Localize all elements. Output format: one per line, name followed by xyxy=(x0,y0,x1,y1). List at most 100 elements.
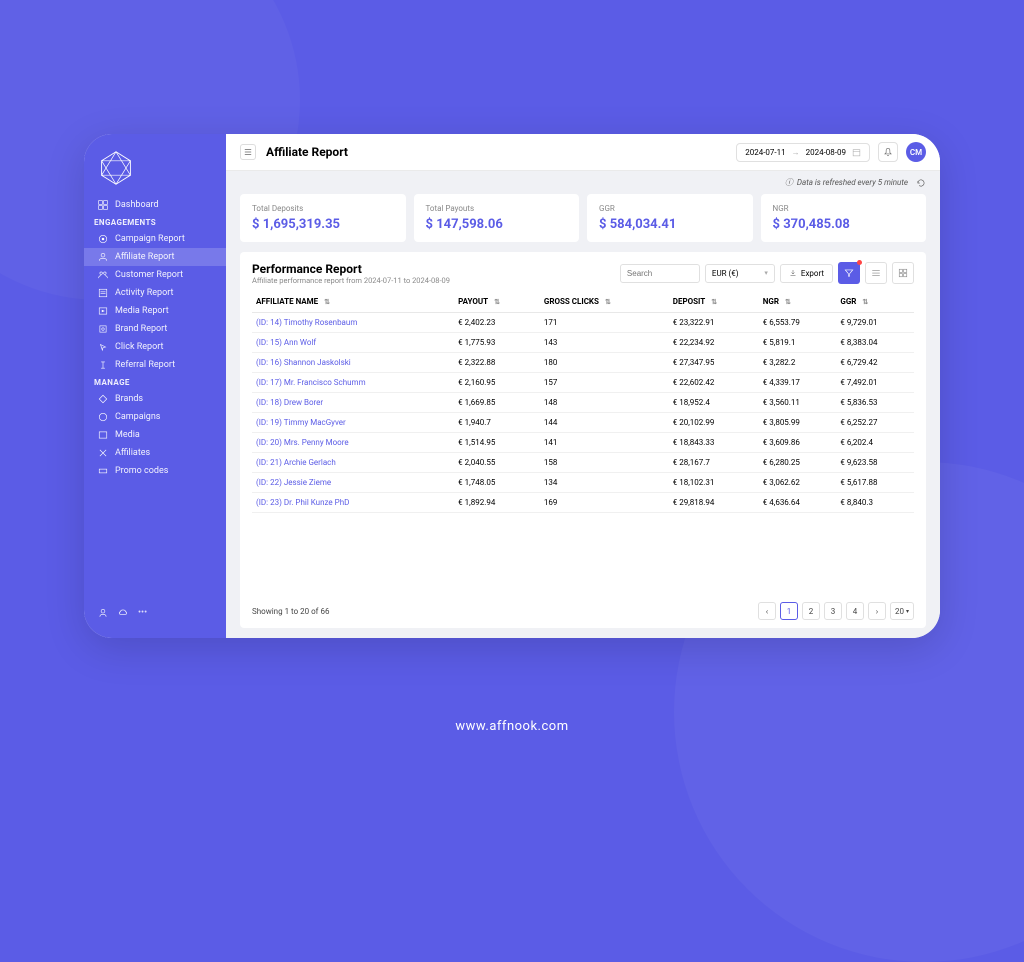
sidebar-item-referral-report[interactable]: Referral Report xyxy=(84,356,226,374)
cell-name: (ID: 17) Mr. Francisco Schumm xyxy=(252,373,454,393)
info-icon: ⓘ xyxy=(785,177,793,188)
report-title: Performance Report xyxy=(252,262,450,276)
cell-name: (ID: 21) Archie Gerlach xyxy=(252,453,454,473)
sidebar-item-dashboard[interactable]: Dashboard xyxy=(84,196,226,214)
notifications-button[interactable] xyxy=(878,142,898,162)
sidebar-item-label: Click Report xyxy=(115,342,163,352)
col-gross-clicks[interactable]: GROSS CLICKS⇅ xyxy=(540,291,669,313)
table-row[interactable]: (ID: 22) Jessie Zieme€ 1,748.05134€ 18,1… xyxy=(252,473,914,493)
bell-icon xyxy=(883,147,893,157)
cell-ggr: € 6,252.27 xyxy=(836,413,914,433)
cell-payout: € 1,892.94 xyxy=(454,493,540,513)
stat-label: GGR xyxy=(599,204,741,213)
cell-deposit: € 18,952.4 xyxy=(669,393,759,413)
list-icon xyxy=(871,268,881,278)
table-row[interactable]: (ID: 19) Timmy MacGyver€ 1,940.7144€ 20,… xyxy=(252,413,914,433)
table-row[interactable]: (ID: 23) Dr. Phil Kunze PhD€ 1,892.94169… xyxy=(252,493,914,513)
cell-ngr: € 3,062.62 xyxy=(759,473,837,493)
page-title: Affiliate Report xyxy=(266,145,348,159)
per-page-select[interactable]: 20 ▾ xyxy=(890,602,914,620)
media-icon xyxy=(98,306,108,316)
sidebar-item-label: Dashboard xyxy=(115,200,159,210)
cell-ggr: € 8,383.04 xyxy=(836,333,914,353)
stat-ngr: NGR $ 370,485.08 xyxy=(761,194,927,242)
sidebar-item-campaign-report[interactable]: Campaign Report xyxy=(84,230,226,248)
more-icon[interactable]: ••• xyxy=(138,608,147,618)
table-row[interactable]: (ID: 17) Mr. Francisco Schumm€ 2,160.951… xyxy=(252,373,914,393)
table-row[interactable]: (ID: 18) Drew Borer€ 1,669.85148€ 18,952… xyxy=(252,393,914,413)
affiliates-icon xyxy=(98,448,108,458)
col-deposit[interactable]: DEPOSIT⇅ xyxy=(669,291,759,313)
page-prev[interactable]: ‹ xyxy=(758,602,776,620)
sidebar-item-promo-codes[interactable]: Promo codes xyxy=(84,462,226,480)
sidebar-item-brands[interactable]: Brands xyxy=(84,390,226,408)
filter-button[interactable] xyxy=(838,262,860,284)
menu-toggle[interactable] xyxy=(240,144,256,160)
sidebar-item-label: Media xyxy=(115,430,140,440)
calendar-icon xyxy=(852,148,861,157)
media-folder-icon xyxy=(98,430,108,440)
table-row[interactable]: (ID: 14) Timothy Rosenbaum€ 2,402.23171€… xyxy=(252,313,914,333)
col-affiliate-name[interactable]: AFFILIATE NAME⇅ xyxy=(252,291,454,313)
refresh-icon[interactable] xyxy=(916,178,926,188)
table-row[interactable]: (ID: 20) Mrs. Penny Moore€ 1,514.95141€ … xyxy=(252,433,914,453)
sidebar-item-brand-report[interactable]: Brand Report xyxy=(84,320,226,338)
sidebar-section-manage: MANAGE xyxy=(84,374,226,390)
sidebar-item-activity-report[interactable]: Activity Report xyxy=(84,284,226,302)
date-range-picker[interactable]: 2024-07-11 → 2024-08-09 xyxy=(736,143,870,162)
cell-payout: € 1,940.7 xyxy=(454,413,540,433)
pagination-summary: Showing 1 to 20 of 66 xyxy=(252,607,329,616)
currency-value: EUR (€) xyxy=(712,269,739,278)
sidebar-item-label: Affiliate Report xyxy=(115,252,175,262)
sidebar-item-label: Referral Report xyxy=(115,360,175,370)
cell-clicks: 158 xyxy=(540,453,669,473)
export-button[interactable]: Export xyxy=(780,264,833,283)
stat-ggr: GGR $ 584,034.41 xyxy=(587,194,753,242)
table-row[interactable]: (ID: 15) Ann Wolf€ 1,775.93143€ 22,234.9… xyxy=(252,333,914,353)
cell-ggr: € 7,492.01 xyxy=(836,373,914,393)
stat-value: $ 1,695,319.35 xyxy=(252,217,394,232)
sidebar-item-customer-report[interactable]: Customer Report xyxy=(84,266,226,284)
currency-select[interactable]: EUR (€) ▾ xyxy=(705,264,775,283)
cell-payout: € 1,669.85 xyxy=(454,393,540,413)
cloud-icon[interactable] xyxy=(118,608,128,618)
cell-ngr: € 5,819.1 xyxy=(759,333,837,353)
sidebar-item-label: Campaign Report xyxy=(115,234,185,244)
stat-value: $ 584,034.41 xyxy=(599,217,741,232)
chevron-down-icon: ▾ xyxy=(906,608,909,615)
page-4[interactable]: 4 xyxy=(846,602,864,620)
sort-icon: ⇅ xyxy=(324,298,330,306)
cell-deposit: € 28,167.7 xyxy=(669,453,759,473)
sidebar-item-media-report[interactable]: Media Report xyxy=(84,302,226,320)
page-1[interactable]: 1 xyxy=(780,602,798,620)
sidebar-item-media[interactable]: Media xyxy=(84,426,226,444)
sidebar-item-label: Campaigns xyxy=(115,412,160,422)
cell-name: (ID: 16) Shannon Jaskolski xyxy=(252,353,454,373)
sort-icon: ⇅ xyxy=(862,298,868,306)
table-row[interactable]: (ID: 16) Shannon Jaskolski€ 2,322.88180€… xyxy=(252,353,914,373)
sidebar-item-label: Promo codes xyxy=(115,466,168,476)
cell-clicks: 171 xyxy=(540,313,669,333)
page-3[interactable]: 3 xyxy=(824,602,842,620)
user-footer-icon[interactable] xyxy=(98,608,108,618)
cell-payout: € 1,748.05 xyxy=(454,473,540,493)
click-icon xyxy=(98,342,108,352)
col-ngr[interactable]: NGR⇅ xyxy=(759,291,837,313)
table-row[interactable]: (ID: 21) Archie Gerlach€ 2,040.55158€ 28… xyxy=(252,453,914,473)
cell-ggr: € 9,623.58 xyxy=(836,453,914,473)
view-list-button[interactable] xyxy=(865,262,887,284)
sidebar-item-click-report[interactable]: Click Report xyxy=(84,338,226,356)
page-next[interactable]: › xyxy=(868,602,886,620)
col-ggr[interactable]: GGR⇅ xyxy=(836,291,914,313)
view-grid-button[interactable] xyxy=(892,262,914,284)
avatar[interactable]: CM xyxy=(906,142,926,162)
users-icon xyxy=(98,270,108,280)
search-input[interactable] xyxy=(620,264,700,283)
refresh-text: Data is refreshed every 5 minute xyxy=(797,178,908,187)
sidebar-item-affiliate-report[interactable]: Affiliate Report xyxy=(84,248,226,266)
col-payout[interactable]: PAYOUT⇅ xyxy=(454,291,540,313)
stat-value: $ 370,485.08 xyxy=(773,217,915,232)
sidebar-item-affiliates[interactable]: Affiliates xyxy=(84,444,226,462)
sidebar-item-campaigns[interactable]: Campaigns xyxy=(84,408,226,426)
page-2[interactable]: 2 xyxy=(802,602,820,620)
